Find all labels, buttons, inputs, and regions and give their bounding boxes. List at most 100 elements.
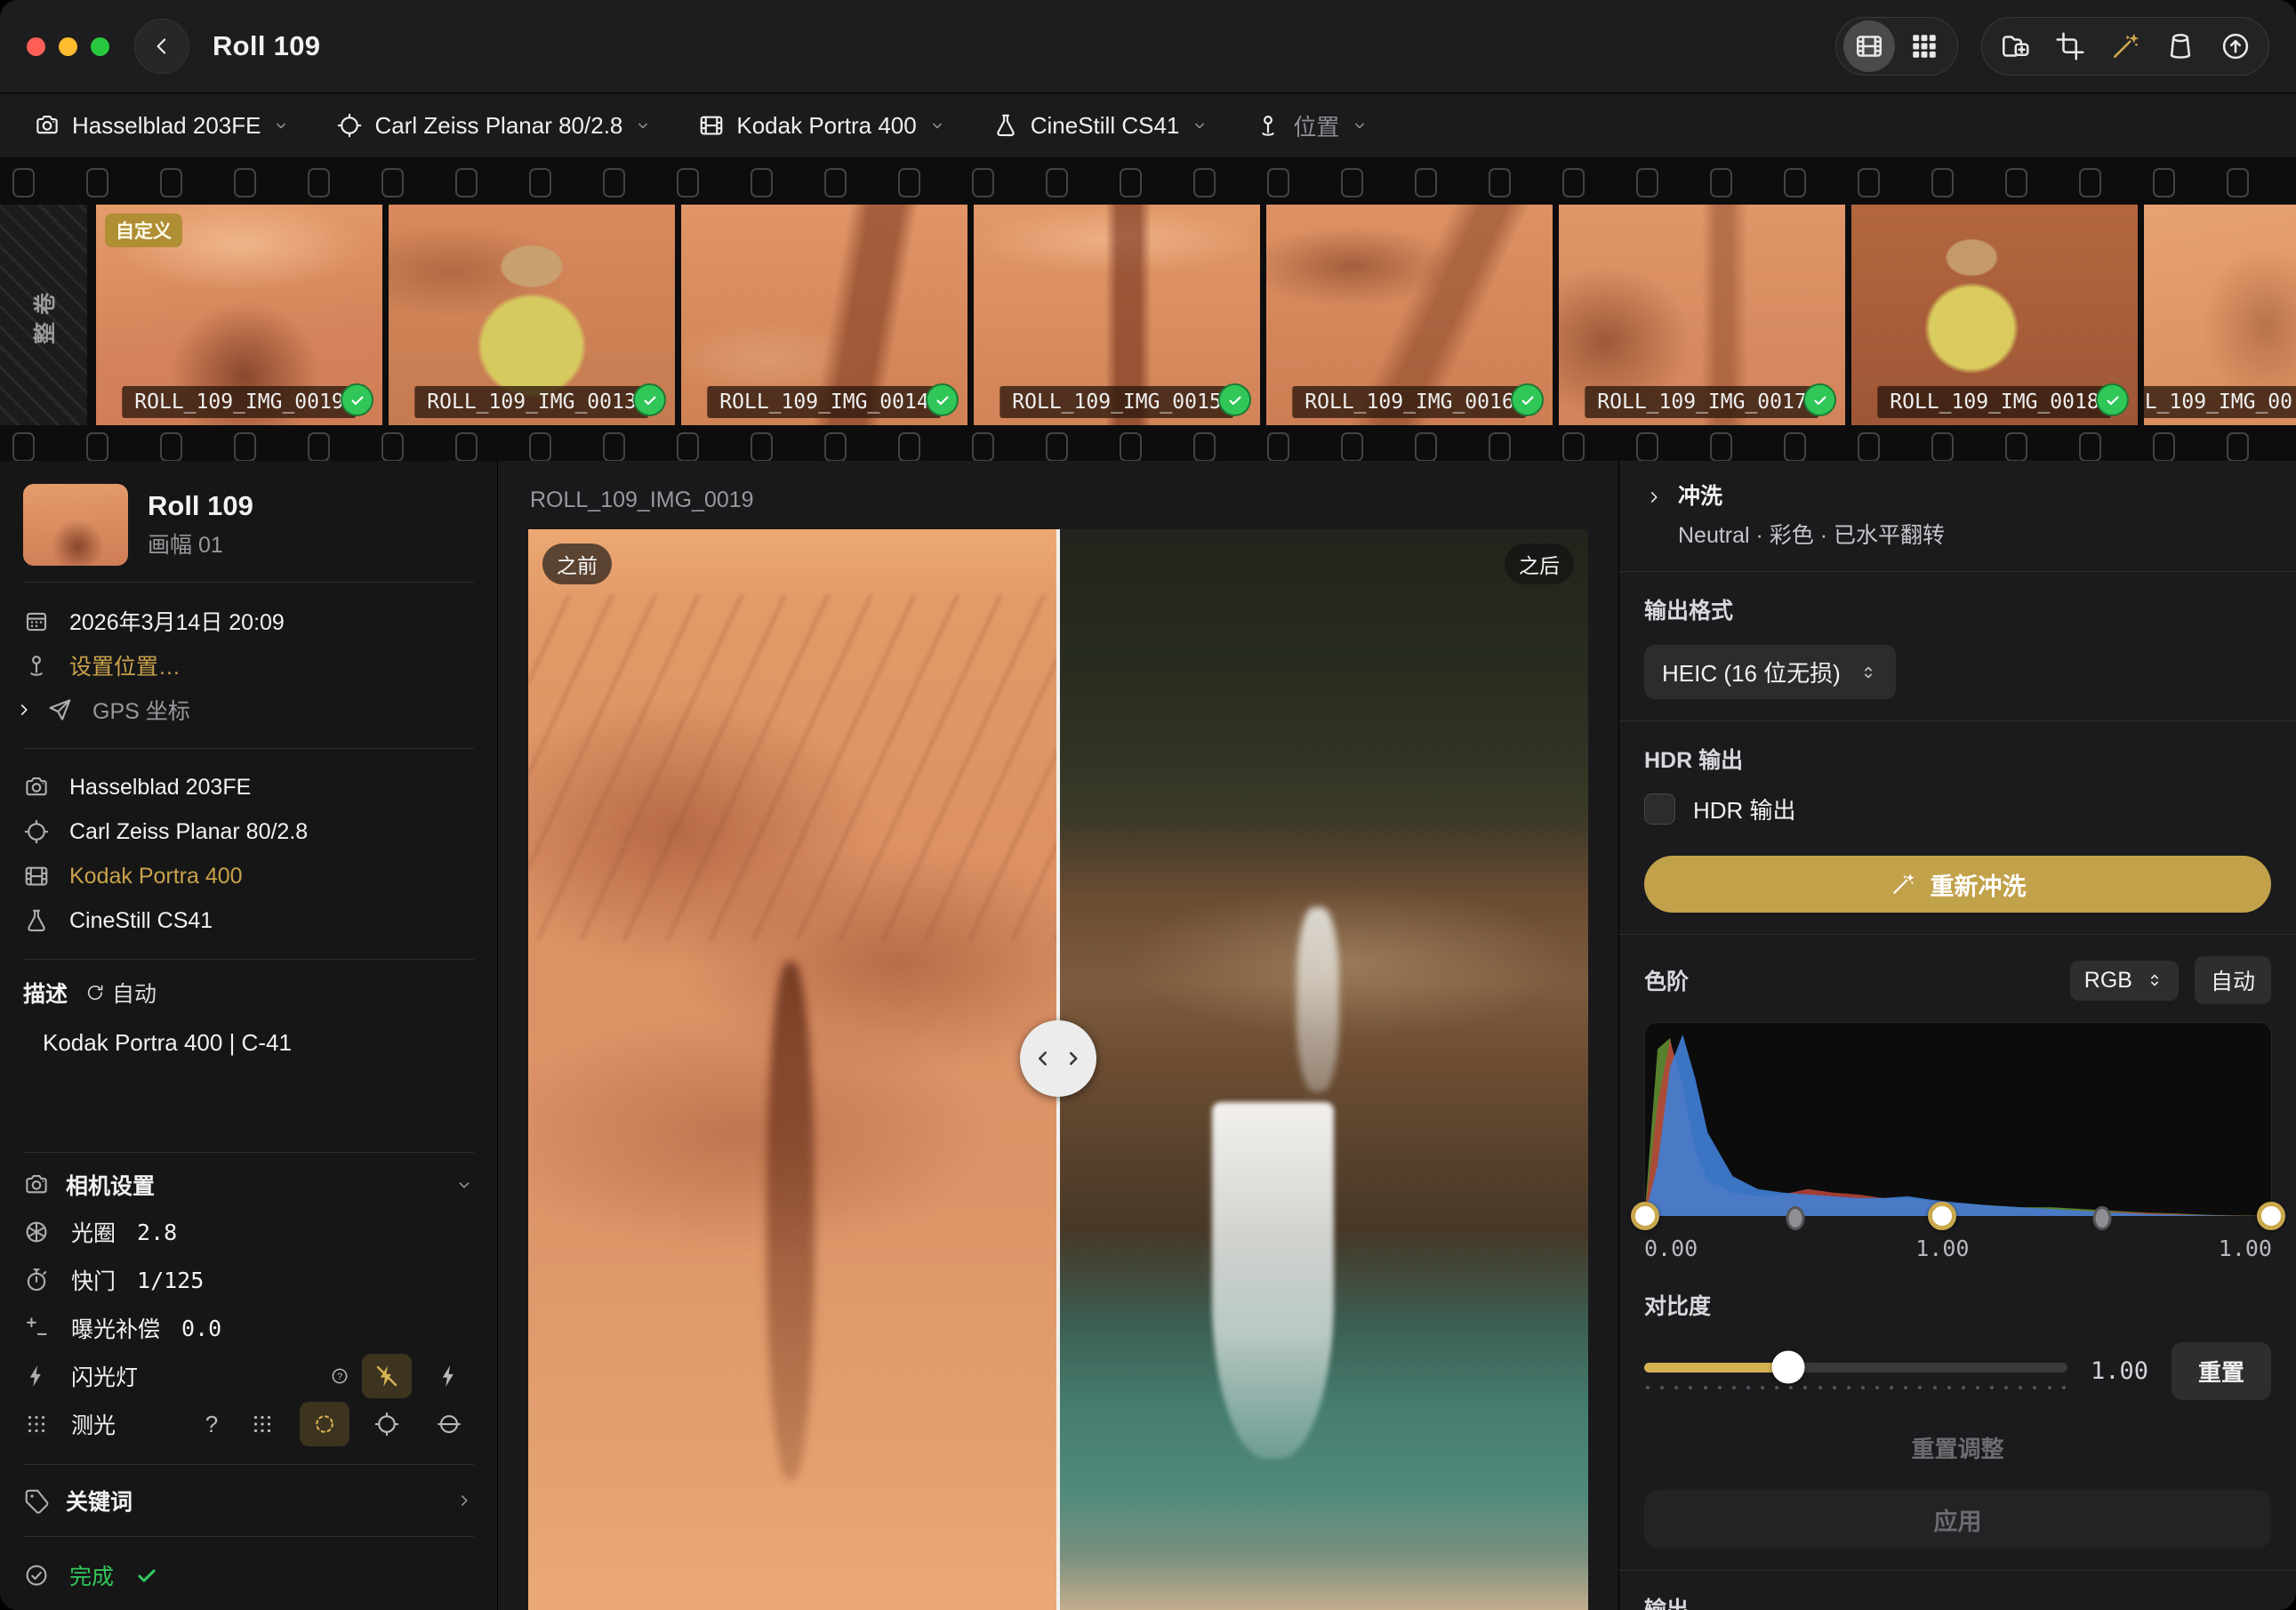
histogram-chart [1645, 1023, 2271, 1216]
add-to-album-button[interactable] [1989, 20, 2041, 72]
metadata-dropdown-lens[interactable]: Carl Zeiss Planar 80/2.8 [336, 112, 652, 140]
sprocket-hole [308, 168, 330, 197]
sprocket-hole [2153, 432, 2175, 461]
sprocket-hole [1193, 168, 1216, 197]
sidebar-row-camera: Hasselblad 203FE [23, 765, 474, 809]
contrast-reset-button[interactable]: 重置 [2172, 1342, 2271, 1400]
view-switch-segmented [1835, 17, 1958, 76]
film-frame-ROLL_109_IMG_00[interactable]: ROLL_109_IMG_00 [2144, 205, 2296, 425]
frame-check-icon [1218, 383, 1251, 416]
develop-header[interactable]: 冲洗 Neutral · 彩色 · 已水平翻转 [1644, 479, 2271, 550]
film-frame-ROLL_109_IMG_0015[interactable]: ROLL_109_IMG_0015 [974, 205, 1260, 425]
send-icon [46, 696, 73, 723]
levels-handle-0[interactable] [1631, 1202, 1659, 1230]
compare-drag-handle[interactable] [1020, 1020, 1096, 1097]
exposure-icon [23, 1315, 50, 1341]
metering-average-button[interactable] [300, 1402, 349, 1446]
metering-help[interactable]: ? [198, 1411, 225, 1438]
sprocket-hole [1489, 168, 1511, 197]
levels-handle-1[interactable] [1786, 1206, 1804, 1230]
sprocket-hole [2005, 432, 2027, 461]
metadata-dropdown-flask[interactable]: CineStill CS41 [992, 112, 1209, 140]
zoom-window-button[interactable] [91, 37, 109, 56]
redevelop-button[interactable]: 重新冲洗 [1644, 856, 2271, 913]
auto-enhance-button[interactable] [2099, 20, 2151, 72]
before-image [528, 529, 1058, 1610]
description-auto-button[interactable]: 自动 [80, 976, 162, 1010]
film-frame-ROLL_109_IMG_0014[interactable]: ROLL_109_IMG_0014 [681, 205, 967, 425]
canister-icon [2164, 30, 2196, 62]
contrast-slider-knob[interactable] [1771, 1350, 1804, 1383]
aperture-icon [23, 1219, 50, 1245]
before-after-compare: 之前 之后 [528, 529, 1588, 1610]
flash-on-button[interactable] [424, 1354, 474, 1398]
sprocket-hole [1046, 432, 1068, 461]
frame-check-icon [341, 383, 373, 416]
sprocket-hole [677, 168, 699, 197]
sidebar-row-calendar: 2026年3月14日 20:09 [23, 599, 474, 643]
metering-matrix-button[interactable] [237, 1402, 287, 1446]
wand-icon [2109, 30, 2141, 62]
chev-r-icon [14, 700, 34, 720]
description-text[interactable]: Kodak Portra 400 | C-41 [43, 1029, 474, 1136]
levels-handle-2[interactable] [1928, 1202, 1956, 1230]
viewer-image-title: ROLL_109_IMG_0019 [530, 487, 754, 513]
sprocket-hole [160, 168, 182, 197]
folder-plus-icon [1999, 30, 2031, 62]
sprocket-hole [160, 432, 182, 461]
chevron-down-icon[interactable] [454, 1175, 474, 1195]
back-button[interactable] [134, 19, 189, 74]
crop-tool-button[interactable] [2044, 20, 2096, 72]
minimize-window-button[interactable] [59, 37, 77, 56]
sidebar-row-film[interactable]: Kodak Portra 400 [23, 854, 474, 898]
film-frame-ROLL_109_IMG_0016[interactable]: ROLL_109_IMG_0016 [1266, 205, 1553, 425]
filmstrip-view-button[interactable] [1843, 20, 1895, 72]
sidebar-row-send[interactable]: GPS 坐标 [23, 688, 474, 732]
flash-off-button[interactable] [362, 1354, 412, 1398]
film-frame-ROLL_109_IMG_0018[interactable]: ROLL_109_IMG_0018 [1851, 205, 2138, 425]
sidebar-row-pin[interactable]: 设置位置… [23, 643, 474, 688]
metadata-dropdown-camera[interactable]: Hasselblad 203FE [34, 112, 290, 140]
metering-spot-button[interactable] [424, 1402, 474, 1446]
roll-thumbnail[interactable] [23, 484, 128, 566]
frame-check-icon [633, 383, 666, 416]
close-window-button[interactable] [27, 37, 45, 56]
grid-view-button[interactable] [1899, 20, 1950, 72]
lens-icon [336, 112, 363, 139]
levels-handle-3[interactable] [2092, 1206, 2111, 1230]
sprocket-hole [751, 432, 773, 461]
green-check-icon [133, 1562, 160, 1589]
export-button[interactable] [2210, 20, 2261, 72]
sprocket-hole [529, 432, 551, 461]
film-frame-ROLL_109_IMG_0019[interactable]: 自定义ROLL_109_IMG_0019 [96, 205, 382, 425]
sprocket-hole [824, 168, 847, 197]
film-frame-ROLL_109_IMG_0013[interactable]: ROLL_109_IMG_0013 [389, 205, 675, 425]
sprocket-hole [1636, 432, 1658, 461]
chevron-updown-icon [1858, 663, 1878, 682]
levels-handle-4[interactable] [2257, 1202, 2285, 1230]
flash-help-icon[interactable] [330, 1366, 349, 1386]
reset-adjustments-button[interactable]: 重置调整 [1644, 1430, 2271, 1465]
grid-icon [1908, 30, 1940, 62]
contrast-slider[interactable] [1644, 1347, 2067, 1397]
check-icon [1226, 391, 1244, 409]
apply-button[interactable]: 应用 [1644, 1490, 2271, 1549]
hdr-checkbox[interactable] [1644, 793, 1675, 825]
levels-channel-select[interactable]: RGB [2070, 961, 2179, 1001]
sprocket-hole [1636, 168, 1658, 197]
output-format-select[interactable]: HEIC (16 位无损) [1644, 645, 1896, 699]
sprocket-hole [1120, 168, 1142, 197]
film-strip: 整卷 自定义ROLL_109_IMG_0019ROLL_109_IMG_0013… [0, 158, 2296, 461]
custom-badge: 自定义 [105, 213, 182, 247]
chev-d-icon [272, 117, 290, 134]
check-icon [2104, 391, 2122, 409]
film-frame-ROLL_109_IMG_0017[interactable]: ROLL_109_IMG_0017 [1559, 205, 1845, 425]
film-leader-label: 整卷 [28, 286, 60, 344]
after-badge: 之后 [1505, 543, 1574, 584]
metadata-dropdown-pin[interactable]: 位置 [1255, 109, 1369, 142]
film-canister-button[interactable] [2155, 20, 2206, 72]
levels-auto-button[interactable]: 自动 [2195, 956, 2271, 1004]
metering-center-button[interactable] [362, 1402, 412, 1446]
metadata-dropdown-film[interactable]: Kodak Portra 400 [698, 112, 945, 140]
keywords-row[interactable]: 关键词 [23, 1481, 474, 1520]
